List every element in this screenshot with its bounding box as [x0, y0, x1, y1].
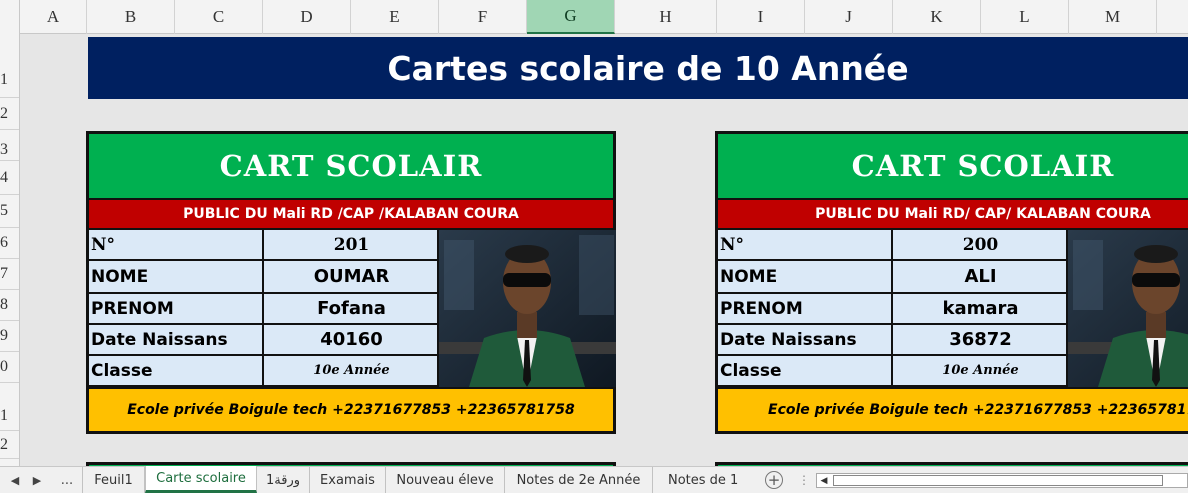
- row-header-4[interactable]: 4: [0, 161, 19, 195]
- row-header-2[interactable]: 2: [0, 98, 19, 130]
- student-photo-image: [1068, 230, 1188, 387]
- field-label-classe[interactable]: Classe: [89, 356, 264, 385]
- tab-sheet-arabic[interactable]: ورقة1: [257, 467, 310, 493]
- column-header-k[interactable]: K: [893, 0, 981, 34]
- field-value-nome[interactable]: OUMAR: [266, 261, 439, 292]
- card-footer[interactable]: Ecole privée Boigule tech +22371677853 +…: [718, 387, 1188, 431]
- column-header-i[interactable]: I: [717, 0, 805, 34]
- field-row-classe: Classe 10e Année: [718, 356, 1068, 387]
- student-photo-image: [439, 230, 616, 387]
- field-label-birthdate[interactable]: Date Naissans: [718, 325, 893, 354]
- tab-scroll-prev-icon[interactable]: ◀: [4, 467, 26, 493]
- row-header-10[interactable]: 10: [0, 352, 19, 383]
- sheet-grid[interactable]: Cartes scolaire de 10 Année CART SCOLAIR…: [20, 34, 1188, 466]
- field-value-nome[interactable]: ALI: [895, 261, 1068, 292]
- student-card-1[interactable]: CART SCOLAIR PUBLIC DU Mali RD /CAP /KAL…: [86, 131, 616, 434]
- row-header-12[interactable]: 12: [0, 431, 19, 459]
- page-title-banner[interactable]: Cartes scolaire de 10 Année: [88, 37, 1188, 99]
- column-header-d[interactable]: D: [263, 0, 351, 34]
- column-header-l[interactable]: L: [981, 0, 1069, 34]
- field-value-number[interactable]: 201: [266, 230, 439, 259]
- tab-more-button[interactable]: ...: [52, 467, 82, 493]
- scrollbar-thumb[interactable]: [833, 475, 1163, 486]
- row-header-3[interactable]: 3: [0, 130, 19, 161]
- scroll-left-icon[interactable]: ◀: [817, 474, 831, 487]
- field-label-prenom[interactable]: PRENOM: [718, 294, 893, 323]
- add-sheet-button[interactable]: +: [765, 471, 783, 489]
- field-row-number: N° 200: [718, 230, 1068, 261]
- split-handle-icon[interactable]: ⋮: [798, 473, 810, 487]
- field-row-classe: Classe 10e Année: [89, 356, 439, 387]
- field-label-number[interactable]: N°: [718, 230, 893, 259]
- column-header-f[interactable]: F: [439, 0, 527, 34]
- field-value-number[interactable]: 200: [895, 230, 1068, 259]
- horizontal-scrollbar[interactable]: ◀: [816, 473, 1188, 488]
- tab-nouveau-eleve[interactable]: Nouveau éleve: [386, 467, 505, 493]
- field-row-nome: NOME ALI: [718, 261, 1068, 294]
- card-fields: N° 201 NOME OUMAR PRENOM Fofana Date Nai…: [89, 230, 439, 387]
- column-header-h[interactable]: H: [615, 0, 717, 34]
- field-label-number[interactable]: N°: [89, 230, 264, 259]
- field-value-birthdate[interactable]: 36872: [895, 325, 1068, 354]
- field-row-birthdate: Date Naissans 40160: [89, 325, 439, 356]
- row-headers: 1 2 3 4 5 6 7 8 9 10 11 12: [0, 34, 20, 466]
- column-header-c[interactable]: C: [175, 0, 263, 34]
- row-header-1[interactable]: 1: [0, 34, 19, 98]
- field-label-nome[interactable]: NOME: [718, 261, 893, 292]
- field-value-classe[interactable]: 10e Année: [266, 356, 439, 385]
- column-header-e[interactable]: E: [351, 0, 439, 34]
- row-header-8[interactable]: 8: [0, 290, 19, 321]
- field-row-prenom: PRENOM Fofana: [89, 294, 439, 325]
- card-subheader[interactable]: PUBLIC DU Mali RD/ CAP/ KALABAN COURA: [718, 200, 1188, 230]
- tab-feuil1[interactable]: Feuil1: [82, 467, 145, 493]
- field-value-birthdate[interactable]: 40160: [266, 325, 439, 354]
- tab-notes-2e-annee[interactable]: Notes de 2e Année: [505, 467, 653, 493]
- card-subheader[interactable]: PUBLIC DU Mali RD /CAP /KALABAN COURA: [89, 200, 613, 230]
- row-header-11[interactable]: 11: [0, 383, 19, 431]
- field-row-prenom: PRENOM kamara: [718, 294, 1068, 325]
- column-header-b[interactable]: B: [87, 0, 175, 34]
- field-value-prenom[interactable]: Fofana: [266, 294, 439, 323]
- tab-scroll-next-icon[interactable]: ▶: [26, 467, 48, 493]
- row-header-7[interactable]: 7: [0, 259, 19, 290]
- tab-notes-1[interactable]: Notes de 1: [653, 467, 757, 493]
- field-label-classe[interactable]: Classe: [718, 356, 893, 385]
- field-label-nome[interactable]: NOME: [89, 261, 264, 292]
- select-all-corner[interactable]: [0, 0, 20, 34]
- field-label-birthdate[interactable]: Date Naissans: [89, 325, 264, 354]
- field-row-nome: NOME OUMAR: [89, 261, 439, 294]
- tab-carte-scolaire[interactable]: Carte scolaire: [145, 466, 257, 493]
- student-photo[interactable]: [439, 230, 616, 387]
- field-row-birthdate: Date Naissans 36872: [718, 325, 1068, 356]
- card-footer[interactable]: Ecole privée Boigule tech +22371677853 +…: [89, 387, 613, 431]
- column-headers: A B C D E F G H I J K L M: [0, 0, 1188, 34]
- sheet-tab-bar: ◀ ▶ ... Feuil1 Carte scolaire ورقة1 Exam…: [0, 466, 1188, 493]
- row-header-5[interactable]: 5: [0, 195, 19, 228]
- field-value-classe[interactable]: 10e Année: [895, 356, 1068, 385]
- column-header-j[interactable]: J: [805, 0, 893, 34]
- field-label-prenom[interactable]: PRENOM: [89, 294, 264, 323]
- field-row-number: N° 201: [89, 230, 439, 261]
- student-photo[interactable]: [1068, 230, 1188, 387]
- column-header-a[interactable]: A: [20, 0, 87, 34]
- field-value-prenom[interactable]: kamara: [895, 294, 1068, 323]
- tab-examais[interactable]: Examais: [310, 467, 386, 493]
- student-card-2[interactable]: CART SCOLAIR PUBLIC DU Mali RD/ CAP/ KAL…: [715, 131, 1188, 434]
- card-header[interactable]: CART SCOLAIR: [718, 134, 1188, 200]
- card-header[interactable]: CART SCOLAIR: [89, 134, 613, 200]
- row-header-6[interactable]: 6: [0, 228, 19, 259]
- card-fields: N° 200 NOME ALI PRENOM kamara Date Naiss…: [718, 230, 1068, 387]
- row-header-9[interactable]: 9: [0, 321, 19, 352]
- column-header-g[interactable]: G: [527, 0, 615, 34]
- column-header-m[interactable]: M: [1069, 0, 1157, 34]
